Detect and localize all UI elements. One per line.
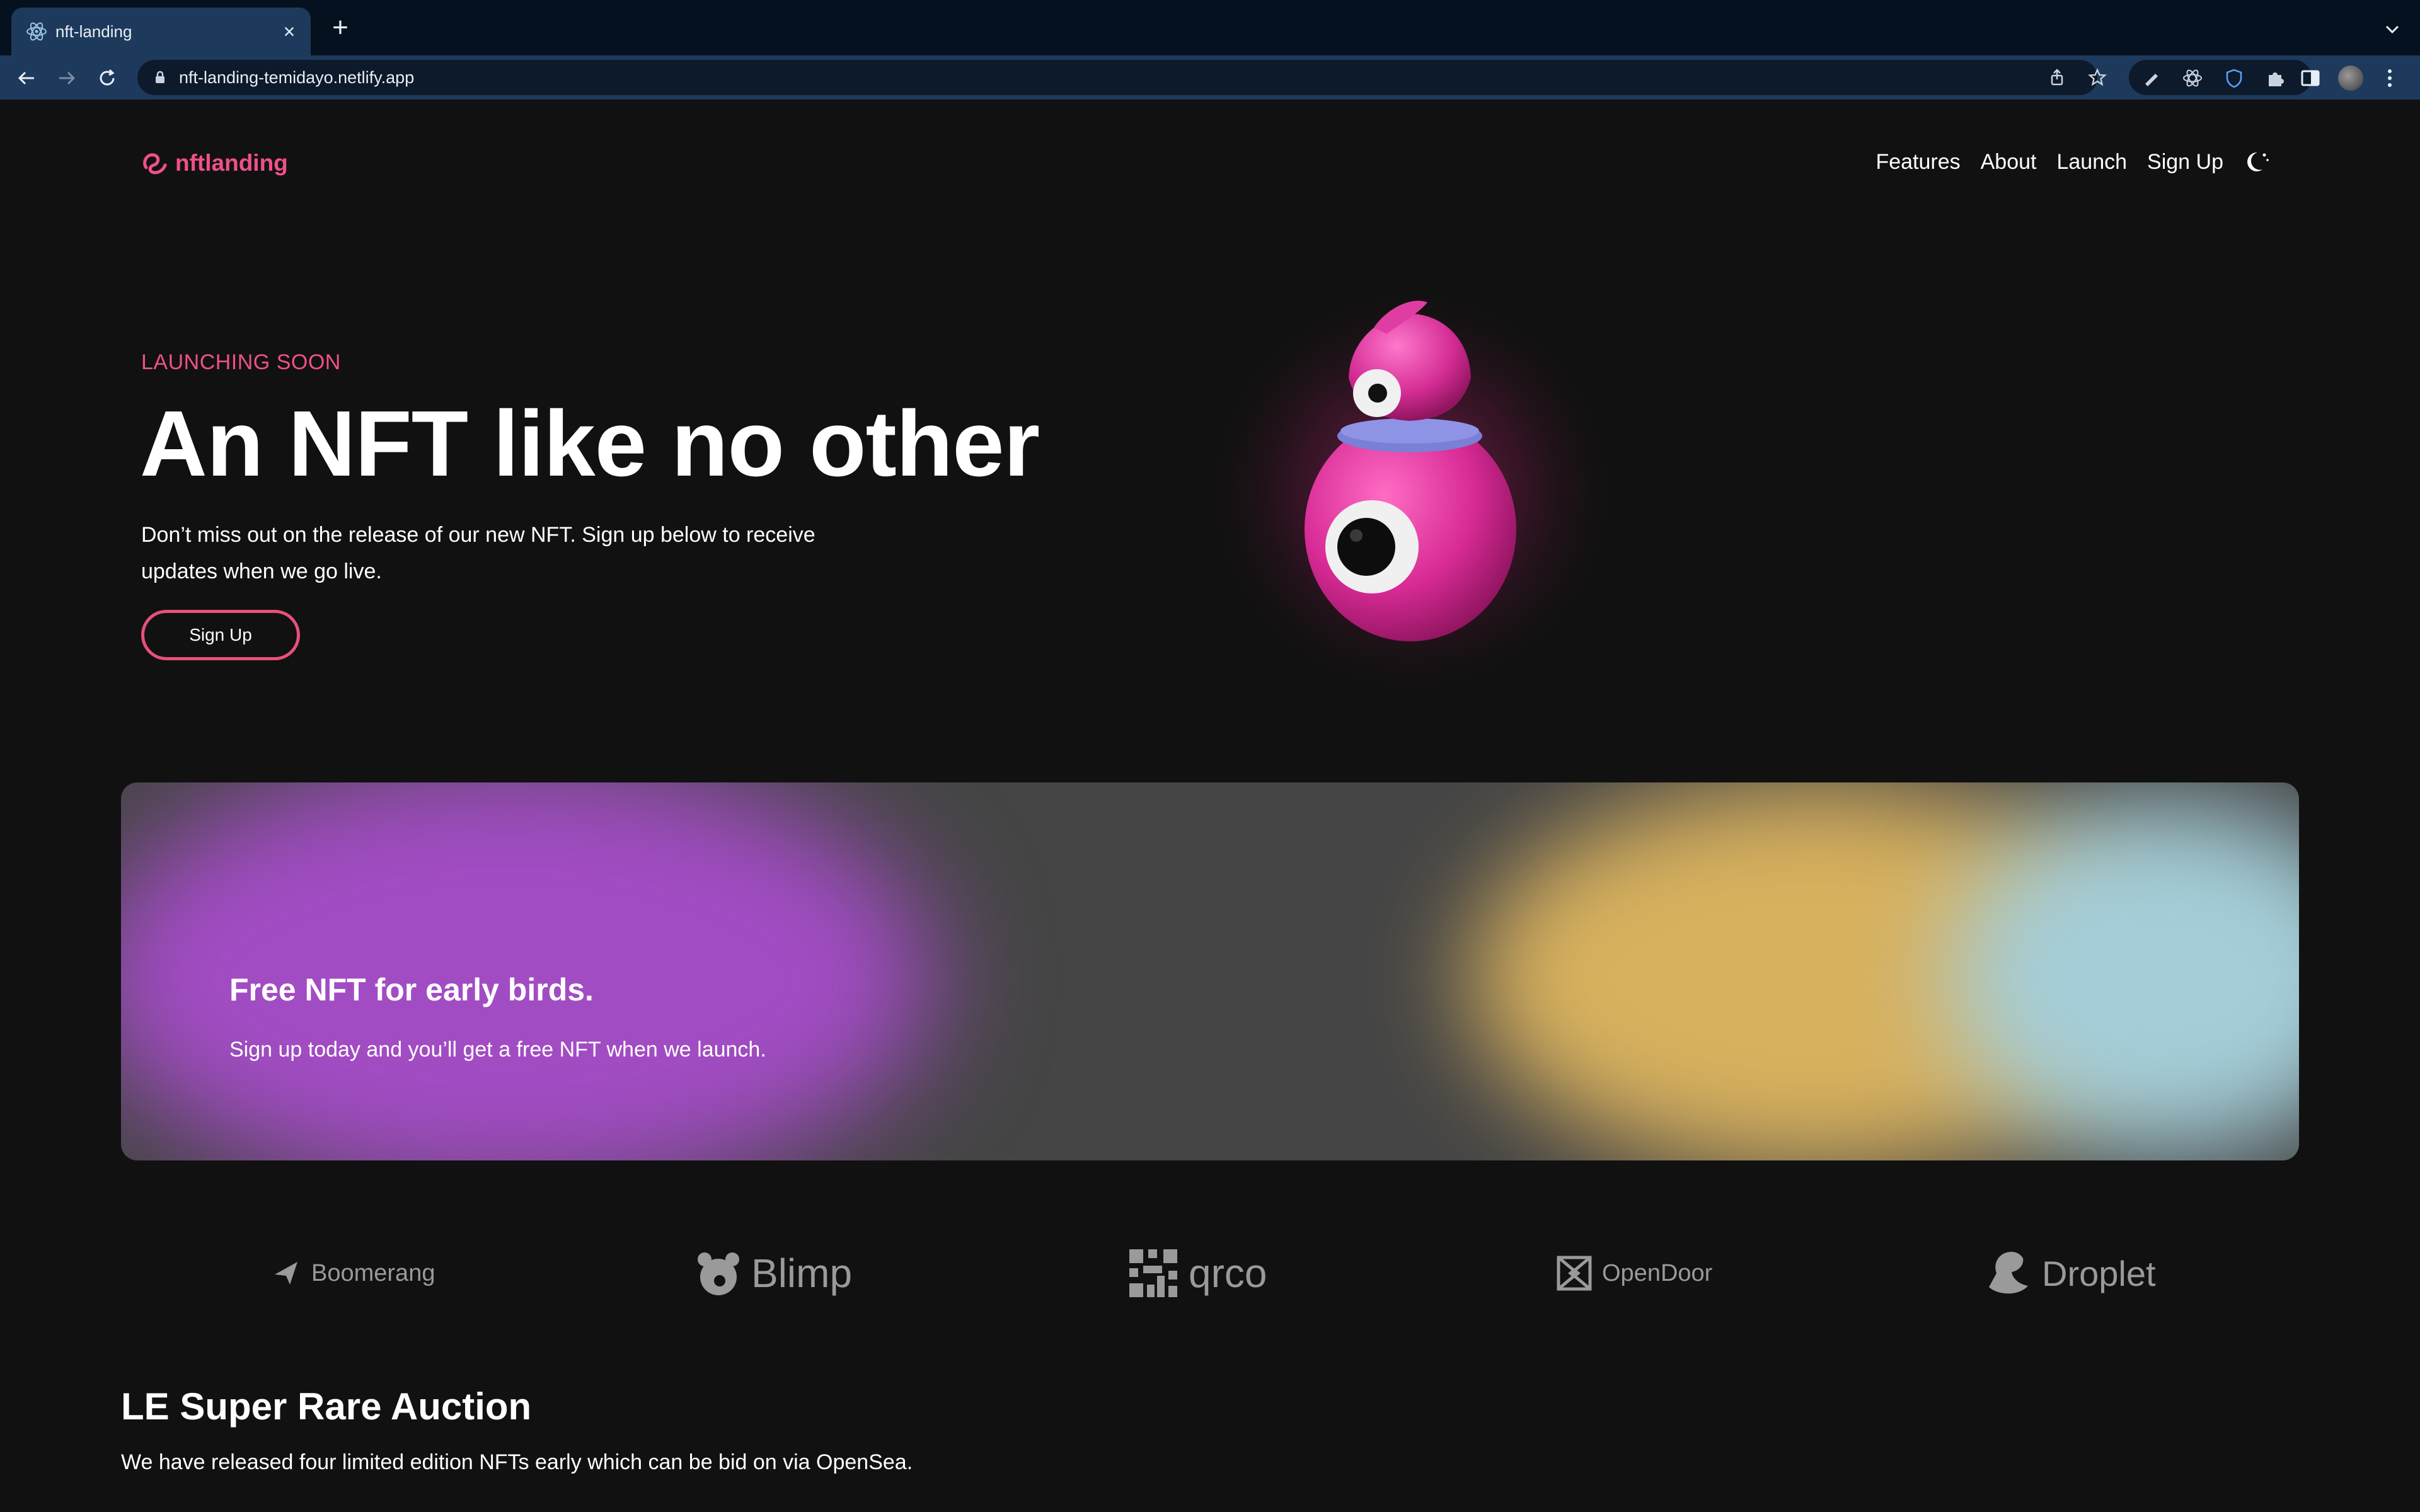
- tab-title: nft-landing: [55, 22, 132, 41]
- browser-tab[interactable]: nft-landing ×: [11, 8, 311, 55]
- chevron-down-icon[interactable]: [2382, 19, 2402, 39]
- opendoor-icon: [1557, 1256, 1592, 1291]
- brand-name: qrco: [1189, 1251, 1267, 1296]
- share-icon[interactable]: [2047, 67, 2067, 88]
- new-tab-button[interactable]: +: [328, 14, 353, 42]
- pen-extension-icon[interactable]: [2140, 67, 2162, 89]
- browser-toolbar: nft-landing-temidayo.netlify.app: [0, 55, 2420, 100]
- brand-name: OpenDoor: [1602, 1259, 1713, 1286]
- promo-title: Free NFT for early birds.: [229, 972, 594, 1007]
- star-icon[interactable]: [2087, 67, 2107, 88]
- main-nav: Features About Launch Sign Up: [1876, 146, 2271, 178]
- qr-code-icon: [1129, 1249, 1177, 1297]
- extensions-group: [2129, 60, 2312, 95]
- nav-signup-link[interactable]: Sign Up: [2147, 150, 2223, 175]
- brand-opendoor: OpenDoor: [1557, 1245, 1712, 1302]
- boomerang-icon: [275, 1262, 297, 1285]
- hero-signup-button[interactable]: Sign Up: [141, 610, 300, 660]
- brand-qrco: qrco: [1128, 1245, 1267, 1302]
- brand-name: Droplet: [2042, 1253, 2156, 1293]
- toolbar-divider: [0, 96, 2420, 100]
- address-bar[interactable]: nft-landing-temidayo.netlify.app: [137, 60, 2107, 95]
- side-panel-icon[interactable]: [2299, 67, 2322, 89]
- more-menu-icon[interactable]: [2382, 67, 2397, 89]
- logo-icon: [143, 153, 167, 175]
- react-icon: [26, 22, 47, 41]
- shield-extension-icon[interactable]: [2223, 67, 2245, 89]
- browser-tab-strip: nft-landing × +: [0, 0, 2420, 55]
- nav-features-link[interactable]: Features: [1876, 150, 1960, 175]
- droplet-icon: [1989, 1252, 2028, 1294]
- profile-avatar[interactable]: [2338, 66, 2363, 91]
- hero-title: An NFT like no other: [140, 392, 1040, 496]
- back-icon[interactable]: [14, 66, 39, 91]
- promo-text: Sign up today and you’ll get a free NFT …: [229, 1038, 766, 1062]
- launching-soon-label: LAUNCHING SOON: [141, 350, 341, 374]
- nft-mascot-image: [1197, 277, 1626, 706]
- moon-icon[interactable]: [2244, 148, 2271, 176]
- early-birds-banner: Free NFT for early birds. Sign up today …: [121, 782, 2299, 1160]
- bear-icon: [698, 1252, 739, 1295]
- logo-text: nftlanding: [175, 150, 288, 176]
- close-tab-icon[interactable]: ×: [278, 20, 301, 43]
- brand-boomerang: Boomerang: [271, 1245, 435, 1302]
- url-text: nft-landing-temidayo.netlify.app: [179, 68, 415, 87]
- brand-name: Blimp: [751, 1251, 853, 1296]
- brand-name: Boomerang: [311, 1259, 435, 1286]
- nav-about-link[interactable]: About: [1981, 150, 2037, 175]
- auction-title: LE Super Rare Auction: [121, 1385, 532, 1428]
- nav-launch-link[interactable]: Launch: [2056, 150, 2127, 175]
- auction-description: We have released four limited edition NF…: [121, 1450, 913, 1474]
- puzzle-icon[interactable]: [2265, 67, 2286, 89]
- brand-droplet: Droplet: [1986, 1245, 2156, 1302]
- site-logo[interactable]: nftlanding: [140, 147, 288, 179]
- lock-icon: [156, 71, 164, 83]
- brand-blimp: Blimp: [696, 1245, 852, 1302]
- react-devtools-icon[interactable]: [2182, 67, 2203, 89]
- forward-icon[interactable]: [54, 66, 79, 91]
- reload-icon[interactable]: [95, 66, 120, 91]
- hero-description: Don’t miss out on the release of our new…: [141, 523, 815, 583]
